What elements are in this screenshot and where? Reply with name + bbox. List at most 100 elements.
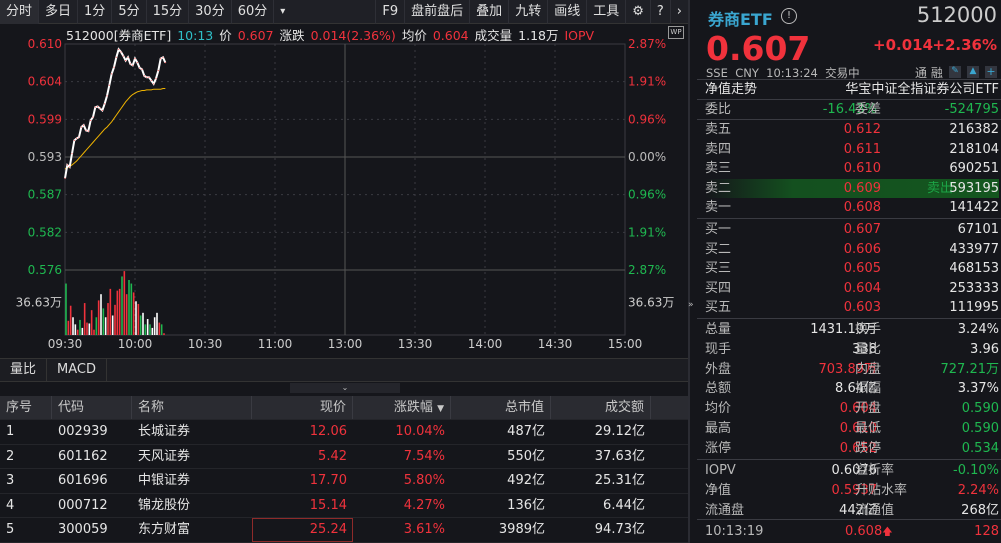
header-index[interactable]: 序号: [0, 396, 52, 419]
f9-button[interactable]: F9: [375, 0, 406, 24]
price-point: [139, 67, 141, 69]
price-point: [76, 137, 78, 139]
level-volume: 111995: [949, 300, 999, 316]
panel-divider[interactable]: [688, 0, 690, 543]
stat-row: 均价 0.604 开盘 0.590: [705, 399, 999, 419]
edit-icon[interactable]: ✎: [949, 66, 961, 78]
expand-icon[interactable]: »: [688, 300, 697, 320]
level-volume: 253333: [949, 280, 999, 296]
draw-line-button[interactable]: 画线: [548, 0, 588, 24]
tab-volume-ratio[interactable]: 量比: [0, 359, 48, 381]
more-periods-dropdown-icon[interactable]: ▾: [274, 0, 291, 24]
buy-level-2[interactable]: 买二 0.606 433977: [705, 240, 999, 260]
level-label: 卖一: [705, 200, 732, 216]
header-price[interactable]: 现价: [252, 396, 353, 419]
price-point: [97, 105, 99, 108]
row-code: 002939: [58, 424, 108, 439]
level-price: 0.603: [843, 300, 881, 316]
row-change-pct: 3.61%: [403, 522, 445, 537]
header-name[interactable]: 名称: [132, 396, 252, 419]
price-point: [71, 153, 73, 155]
stat-value: 2.24%: [957, 482, 999, 498]
help-icon[interactable]: ?: [651, 0, 671, 24]
row-turnover: 6.44亿: [603, 497, 645, 513]
tab-multiday[interactable]: 多日: [39, 0, 79, 24]
stat-label: 振幅: [855, 381, 882, 397]
tab-15min[interactable]: 15分: [147, 0, 190, 24]
buy-level-4[interactable]: 买四 0.604 253333: [705, 279, 999, 299]
row-price: 12.06: [309, 424, 347, 439]
stat-value: 0.590: [961, 421, 999, 436]
row-code: 601162: [58, 448, 108, 464]
intraday-chart[interactable]: 0.610 2.87% 0.604 1.91% 0.599 0.96% 0.593 0.00%…: [0, 35, 688, 355]
price-point: [150, 79, 152, 82]
pct-tick-label: 1.91%: [628, 75, 666, 89]
nav-trend-row[interactable]: 净值走势 华宝中证全指证券公司ETF: [705, 80, 999, 100]
price-point: [125, 60, 127, 62]
chevron-right-icon[interactable]: ›: [671, 0, 688, 24]
stat-label: 溢折率: [855, 463, 895, 478]
stat-label: 升贴水率: [855, 482, 908, 498]
alert-bell-icon[interactable]: ▲: [967, 66, 979, 78]
pre-post-market-button[interactable]: 盘前盘后: [405, 0, 471, 24]
row-index: 4: [6, 497, 15, 513]
row-turnover: 37.63亿: [594, 448, 645, 464]
time-tick-label: 09:30: [48, 337, 83, 351]
tools-button[interactable]: 工具: [587, 0, 627, 24]
price-point: [118, 48, 120, 50]
stat-row: 现手 338 量比 3.96: [705, 340, 999, 360]
level-volume: 216382: [949, 122, 999, 137]
nine-turn-button[interactable]: 九转: [509, 0, 549, 24]
tab-macd[interactable]: MACD: [47, 359, 107, 381]
buy-level-5[interactable]: 买五 0.603 111995: [705, 298, 999, 318]
sell-level-4[interactable]: 卖二 0.609 卖出 593195: [705, 178, 999, 199]
sell-level-3[interactable]: 卖三 0.610 690251: [705, 159, 999, 179]
table-row[interactable]: 1 002939 长城证券 12.06 10.04% 487亿 29.12亿: [0, 420, 688, 445]
header-turnover[interactable]: 成交额: [551, 396, 651, 419]
tab-30min[interactable]: 30分: [189, 0, 232, 24]
trading-status: 交易中: [825, 66, 860, 80]
add-icon[interactable]: +: [985, 66, 997, 78]
row-name: 锦龙股份: [138, 497, 191, 513]
table-row[interactable]: 4 000712 锦龙股份 15.14 4.27% 136亿 6.44亿: [0, 494, 688, 518]
sell-level-1[interactable]: 卖五 0.612 216382: [705, 120, 999, 140]
header-market-cap[interactable]: 总市值: [451, 396, 551, 419]
time-tick-label: 10:00: [118, 337, 153, 351]
buy-level-1[interactable]: 买一 0.607 67101: [705, 220, 999, 240]
header-code[interactable]: 代码: [52, 396, 132, 419]
table-row[interactable]: 3 601696 中银证券 17.70 5.80% 492亿 25.31亿: [0, 469, 688, 494]
sell-level-5[interactable]: 卖一 0.608 141422: [705, 198, 999, 218]
price-change-pct: +2.36%: [932, 36, 997, 54]
tab-60min[interactable]: 60分: [232, 0, 275, 24]
stat-value: 0.590: [961, 401, 999, 417]
price-point: [78, 136, 80, 138]
buy-level-3[interactable]: 买三 0.605 468153: [705, 259, 999, 279]
stat-row: IOPV 0.6076 溢折率 -0.10%: [705, 461, 999, 481]
tab-intraday[interactable]: 分时: [0, 0, 40, 24]
price-point: [101, 109, 103, 112]
chart-panel: 分时 多日 1分 5分 15分 30分 60分 ▾ F9 盘前盘后 叠加 九转 …: [0, 0, 688, 543]
collapse-chevron-icon[interactable]: ⌄: [290, 383, 400, 393]
stat-value: 0.534: [961, 440, 999, 456]
tab-1min[interactable]: 1分: [78, 0, 113, 24]
price-point: [64, 177, 66, 179]
price-point: [148, 76, 150, 78]
header-change-pct[interactable]: 涨跌幅 ▼: [353, 396, 451, 419]
sell-level-2[interactable]: 卖四 0.611 218104: [705, 140, 999, 160]
table-row[interactable]: 2 601162 天风证券 5.42 7.54% 550亿 37.63亿: [0, 445, 688, 469]
stat-label: 量比: [855, 341, 882, 357]
tab-5min[interactable]: 5分: [112, 0, 147, 24]
weicha-value: -524795: [944, 102, 999, 117]
price-point: [80, 126, 82, 128]
stat-row: 总额 8.64亿 振幅 3.37%: [705, 379, 999, 399]
gear-icon[interactable]: ⚙: [626, 0, 651, 24]
info-icon[interactable]: !: [781, 8, 797, 24]
stat-label: 均价: [705, 401, 732, 417]
stat-row: 最高 0.610 最低 0.590: [705, 419, 999, 439]
price-tick-label: 0.576: [28, 263, 62, 277]
overlay-button[interactable]: 叠加: [470, 0, 510, 24]
pct-tick-label: 0.96%: [628, 112, 666, 126]
table-row[interactable]: 5 300059 东方财富 25.24 3.61% 3989亿 94.73亿: [0, 518, 688, 543]
price-point: [155, 77, 157, 80]
level-volume: 468153: [949, 261, 999, 277]
